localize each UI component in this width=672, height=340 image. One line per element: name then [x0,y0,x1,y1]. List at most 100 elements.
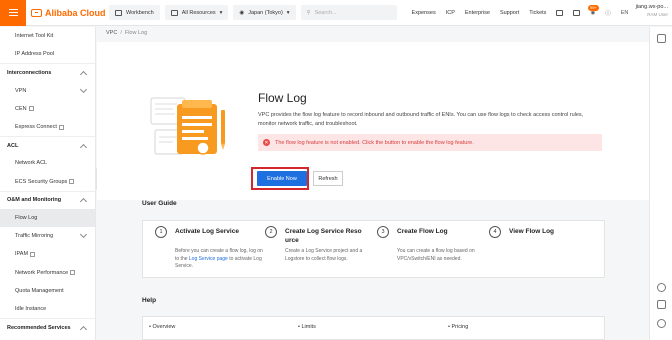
page-title: Flow Log [258,91,307,105]
hamburger-menu-icon[interactable] [0,0,26,26]
sidebar-item-label: Express Connect [15,124,57,131]
page-description: VPC provides the flow log feature to rec… [258,112,584,127]
sidebar-item-traffic-mirroring[interactable]: Traffic Mirroring [0,227,95,245]
search-input[interactable]: ⚲ Search... [300,5,397,20]
user-guide-title: User Guide [142,200,177,207]
error-alert: ✕ The flow log feature is not enabled. C… [258,134,602,151]
sidebar-item-ecs-security-groups[interactable]: ECS Security Groups [0,173,95,191]
sidebar-item-flow-log[interactable]: Flow Log [0,208,95,228]
workbench-button[interactable]: Workbench [109,5,160,20]
chevron-down-icon: ▾ [219,9,223,16]
link-tickets[interactable]: Tickets [529,10,546,16]
step-description: Create a Log Service project and a Logst… [285,248,363,262]
external-link-icon [28,106,34,112]
chevron-down-icon [79,231,88,239]
sidebar-item-label: Network Performance [15,269,69,276]
search-icon: ⚲ [306,9,311,16]
sidebar-group-om-monitoring[interactable]: O&M and Monitoring [0,190,95,209]
error-icon: ✕ [263,139,270,146]
link-expenses[interactable]: Expenses [412,10,436,16]
sidebar-item-idle-instance[interactable]: Idle Instance [0,300,95,318]
resources-dropdown[interactable]: All Resources ▾ [164,5,229,20]
expand-icon[interactable] [657,319,666,328]
breadcrumb: VPC / Flow Log [106,30,147,36]
link-enterprise[interactable]: Enterprise [465,10,490,16]
step-title: Create Flow Log [397,228,448,235]
external-link-icon [30,251,36,257]
settings-icon[interactable] [657,283,666,292]
location-icon: ◉ [239,9,245,16]
sidebar-group-label: O&M and Monitoring [7,197,62,204]
step-number: 3 [377,226,389,238]
sidebar-item-ip-address-pool[interactable]: IP Address Pool [0,45,95,63]
workbench-icon [115,9,122,16]
flow-log-intro-panel: Flow Log VPC provides the flow log featu… [97,42,649,200]
sidebar-item-network-acl[interactable]: Network ACL [0,154,95,172]
account-role: RAM User [647,12,668,17]
sidebar-group-label: Recommended Services [7,324,71,331]
step-description: Before you can create a flow log, log on… [175,248,267,271]
sidebar-item-label: Flow Log [15,214,38,221]
cart-icon[interactable] [573,9,581,16]
log-service-page-link[interactable]: Log Service page [189,256,228,262]
resources-label: All Resources [181,9,216,16]
sidebar-item-quota-management[interactable]: Quota Management [0,282,95,300]
brand-logo[interactable]: Alibaba Cloud [31,8,109,18]
sidebar-group-label: ACL [7,142,19,149]
mail-icon[interactable] [556,9,564,16]
help-panel: • Overview • Limits • Pricing [142,316,605,340]
breadcrumb-vpc[interactable]: VPC [106,30,117,36]
sidebar-item-label: Traffic Mirroring [15,233,54,240]
sidebar-item-label: CEN [15,105,27,112]
step-title-line2: urce [285,237,299,244]
language-switch[interactable]: EN [621,10,629,16]
external-link-icon [58,124,64,130]
alert-text: The flow log feature is not enabled. Cli… [275,139,474,146]
sidebar-group-interconnections[interactable]: Interconnections [0,63,95,81]
sidebar-item-internet-tool-kit[interactable]: Internet Tool Kit [0,27,95,45]
brand-name: Alibaba Cloud [45,7,106,18]
chevron-up-icon [79,325,88,333]
help-link-overview[interactable]: • Overview [149,324,175,330]
sidebar-item-network-performance[interactable]: Network Performance [0,263,95,281]
help-link-label: Limits [301,324,316,330]
enable-now-button[interactable]: Enable Now [257,171,307,186]
notification-badge: 99+ [588,5,599,11]
step-title: Activate Log Service [175,228,239,235]
help-link-limits[interactable]: • Limits [298,324,316,330]
region-selector[interactable]: ◉ Japan (Tokyo) ▾ [233,5,296,20]
sidebar-group-acl[interactable]: ACL [0,136,95,154]
search-placeholder: Search... [314,9,337,16]
feedback-icon[interactable] [657,34,666,43]
grid-icon[interactable] [657,300,666,309]
top-bar: Alibaba Cloud Workbench All Resources ▾ … [0,0,672,26]
link-support[interactable]: Support [500,10,519,16]
breadcrumb-current: Flow Log [124,30,148,36]
sidebar-item-cen[interactable]: CEN [0,100,95,118]
link-icp[interactable]: ICP [446,10,455,16]
sidebar-item-label: IP Address Pool [15,51,55,58]
sidebar-item-ipam[interactable]: IPAM [0,245,95,263]
right-toolbar [649,27,672,340]
chevron-down-icon [79,85,88,93]
sidebar: Internet Tool Kit IP Address Pool Interc… [0,27,96,340]
sidebar-item-vpn[interactable]: VPN [0,82,95,100]
sidebar-item-label: Quota Management [15,287,64,294]
step-title: Create Log Service Reso [285,228,362,235]
account-menu[interactable]: jiang.wx-po... RAM User [636,4,668,18]
user-guide-panel: 1 Activate Log Service Before you can cr… [142,220,605,278]
step-number: 4 [489,226,501,238]
sidebar-item-label: ECS Security Groups [15,178,68,185]
region-label: Japan (Tokyo) [248,9,283,16]
step-title: View Flow Log [509,228,555,235]
help-icon[interactable]: ⓘ [605,9,611,17]
help-link-pricing[interactable]: • Pricing [448,324,468,330]
flow-log-illustration [150,97,225,155]
sidebar-group-recommended-services[interactable]: Recommended Services [0,318,95,336]
account-name: jiang.wx-po... [635,4,668,10]
sidebar-group-label: Interconnections [7,69,52,76]
sidebar-item-express-connect[interactable]: Express Connect [0,118,95,136]
refresh-button[interactable]: Refresh [313,171,343,186]
help-link-label: Overview [152,324,176,330]
alibaba-cloud-logo-icon [31,8,42,17]
